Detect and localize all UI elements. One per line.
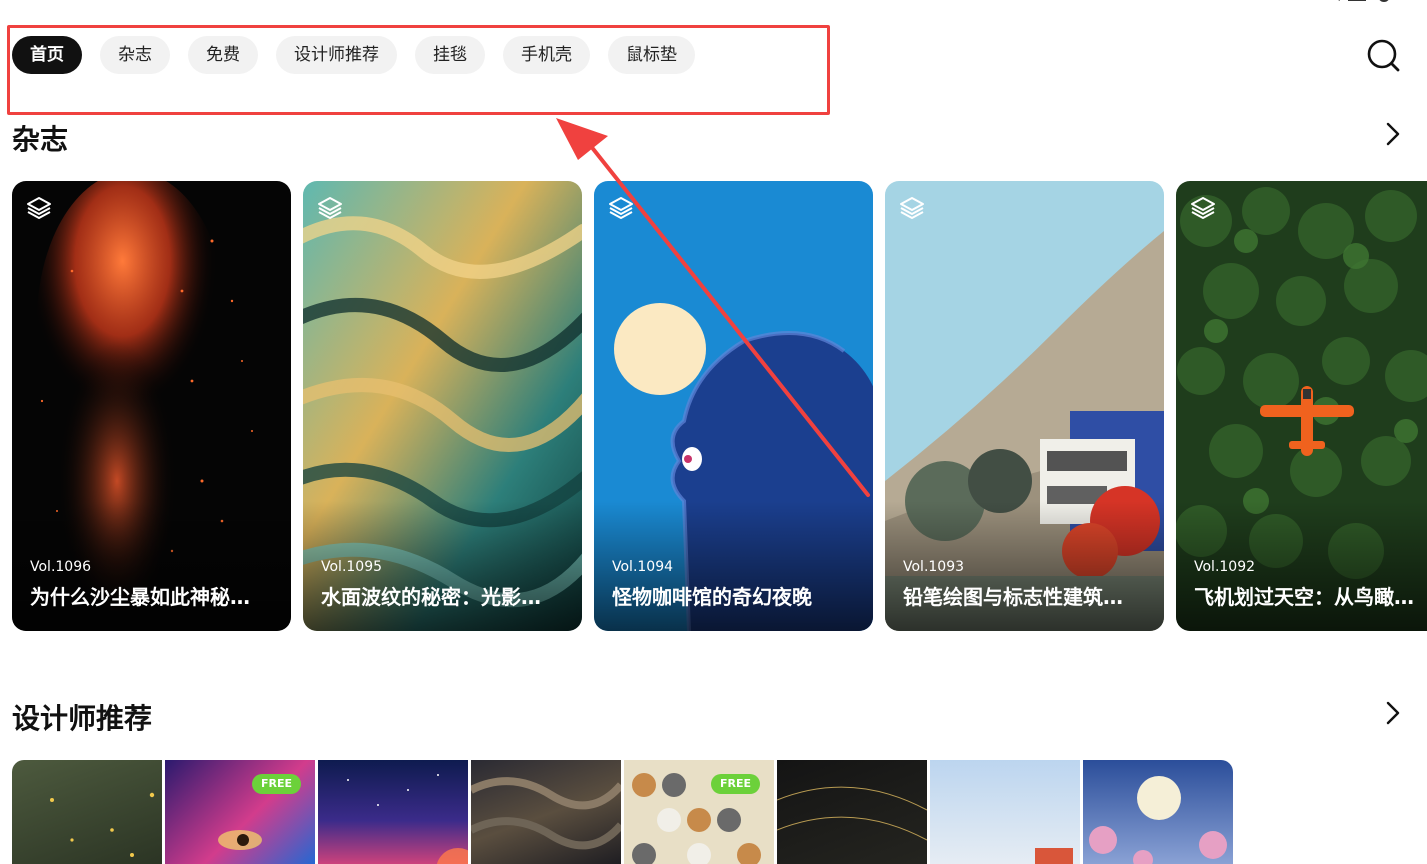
tab-magazine[interactable]: 杂志	[100, 36, 170, 74]
free-badge: FREE	[710, 774, 760, 794]
designer-thumb[interactable]	[12, 760, 162, 864]
thumb-image-starry-sky	[347, 774, 468, 864]
designer-more-chevron-icon[interactable]	[1380, 700, 1406, 726]
thumb-image-pale-sky	[1035, 848, 1073, 864]
designer-thumb[interactable]	[777, 760, 927, 864]
designer-section-title: 设计师推荐	[12, 702, 153, 735]
designer-thumb[interactable]	[318, 760, 468, 864]
tab-home[interactable]: 首页	[12, 36, 82, 74]
tab-phone-case[interactable]: 手机壳	[503, 36, 590, 74]
card-title: 飞机划过天空：从鸟瞰…	[1194, 585, 1414, 609]
designer-thumb[interactable]	[471, 760, 621, 864]
tab-free[interactable]: 免费	[188, 36, 258, 74]
layers-icon	[609, 197, 633, 219]
layers-icon	[318, 197, 342, 219]
top-corner-fragment	[1338, 0, 1389, 2]
magazine-section-title: 杂志	[12, 123, 69, 156]
card-title: 水面波纹的秘密：光影…	[321, 585, 541, 609]
magazine-card[interactable]: Vol.1096 为什么沙尘暴如此神秘…	[12, 181, 291, 631]
magazine-card[interactable]: Vol.1093 铅笔绘图与标志性建筑…	[885, 181, 1164, 631]
layers-icon	[1191, 197, 1215, 219]
category-tabs: 首页 杂志 免费 设计师推荐 挂毯 手机壳 鼠标垫	[12, 36, 695, 74]
card-volume: Vol.1094	[612, 559, 674, 575]
designer-thumb[interactable]: FREE	[624, 760, 774, 864]
search-icon[interactable]	[1366, 38, 1400, 72]
designer-thumb[interactable]: FREE	[165, 760, 315, 864]
designer-thumb[interactable]	[930, 760, 1080, 864]
card-title: 铅笔绘图与标志性建筑…	[903, 585, 1123, 609]
thumb-image-moon-flowers	[1089, 776, 1227, 864]
card-volume: Vol.1092	[1194, 559, 1256, 575]
card-volume: Vol.1096	[30, 559, 92, 575]
card-volume: Vol.1095	[321, 559, 383, 575]
tab-mouse-pad[interactable]: 鼠标垫	[608, 36, 695, 74]
magazine-more-chevron-icon[interactable]	[1380, 121, 1406, 147]
magazine-card[interactable]: Vol.1092 飞机划过天空：从鸟瞰…	[1176, 181, 1427, 631]
magazine-card[interactable]: Vol.1095 水面波纹的秘密：光影…	[303, 181, 582, 631]
tab-designer-picks[interactable]: 设计师推荐	[276, 36, 397, 74]
tab-tapestry[interactable]: 挂毯	[415, 36, 485, 74]
layers-icon	[900, 197, 924, 219]
magazine-card[interactable]: Vol.1094 怪物咖啡馆的奇幻夜晚	[594, 181, 873, 631]
thumb-image-fireflies	[50, 792, 155, 857]
designer-thumb[interactable]	[1083, 760, 1233, 864]
layers-icon	[27, 197, 51, 219]
thumb-image-golden-lines	[777, 786, 927, 841]
card-volume: Vol.1093	[903, 559, 965, 575]
free-badge: FREE	[251, 774, 301, 794]
card-title: 为什么沙尘暴如此神秘…	[30, 585, 250, 609]
card-title: 怪物咖啡馆的奇幻夜晚	[612, 585, 812, 609]
thumb-image-sand-waves	[471, 777, 621, 850]
